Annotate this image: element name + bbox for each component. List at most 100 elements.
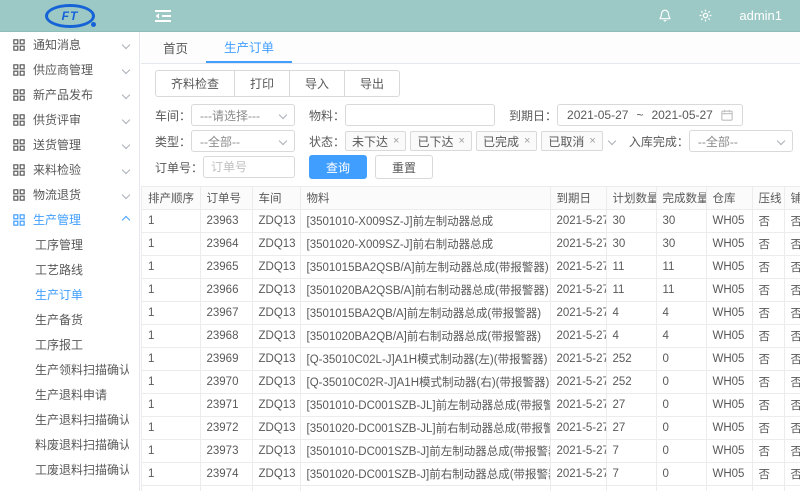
sidebar-item[interactable]: 生产领料扫描确认	[0, 357, 139, 382]
table-cell: 否	[752, 232, 784, 255]
table-cell: WH05	[706, 209, 752, 232]
table-row[interactable]: 123967ZDQ13[3501015BA2QB/A]前左制动器总成(带报警器)…	[142, 301, 800, 324]
table-cell: WH05	[706, 439, 752, 462]
remove-tag-icon[interactable]: ×	[589, 135, 595, 147]
table-row[interactable]: 123975ZDQ13[3501010-DC001SZQB-J]前左制动器总成(…	[142, 485, 800, 491]
remove-tag-icon[interactable]: ×	[393, 135, 399, 147]
remove-tag-icon[interactable]: ×	[524, 135, 530, 147]
status-tag[interactable]: 未下达×	[345, 131, 406, 151]
table-cell: 30	[656, 232, 706, 255]
table-row[interactable]: 123973ZDQ13[3501010-DC001SZB-J]前左制动器总成(带…	[142, 439, 800, 462]
sidebar-item-label: 工序管理	[35, 236, 83, 253]
current-user[interactable]: admin1	[739, 8, 782, 23]
sidebar-item[interactable]: 物流退货	[0, 182, 139, 207]
sidebar-item[interactable]: 工序报工	[0, 332, 139, 357]
table-cell: 2021-5-27	[550, 232, 606, 255]
sidebar-item[interactable]: 供应商管理	[0, 57, 139, 82]
table-cell: 4	[656, 301, 706, 324]
sidebar-item-label: 供货评审	[33, 111, 81, 128]
sidebar-item[interactable]: 工废退料扫描确认	[0, 457, 139, 482]
inbound-complete-value: --全部--	[698, 133, 738, 150]
sidebar-item[interactable]: 料废退料扫描确认	[0, 432, 139, 457]
chevron-down-icon	[279, 137, 287, 145]
due-date-range-picker[interactable]: 2021-05-27 ~ 2021-05-27	[557, 104, 743, 126]
table-row[interactable]: 123968ZDQ13[3501020BA2QB/A]前右制动器总成(带报警器)…	[142, 324, 800, 347]
table-cell: 1	[142, 278, 200, 301]
tab-home[interactable]: 首页	[145, 32, 206, 63]
sidebar-item[interactable]: 通知消息	[0, 32, 139, 57]
table-row[interactable]: 123970ZDQ13[Q-35010C02R-J]A1H模式制动器(右)(带报…	[142, 370, 800, 393]
remove-tag-icon[interactable]: ×	[459, 135, 465, 147]
table-cell: 2021-5-27	[550, 462, 606, 485]
table-cell: 1	[142, 462, 200, 485]
grid-icon	[13, 164, 25, 176]
query-button[interactable]: 查询	[309, 155, 367, 179]
sidebar-item[interactable]: 生产备货	[0, 307, 139, 332]
inbound-complete-select[interactable]: --全部--	[689, 130, 793, 152]
status-tag[interactable]: 已完成×	[476, 131, 537, 151]
table-cell: [Q-35010C02L-J]A1H模式制动器(左)(带报警器)	[300, 347, 550, 370]
menu-collapse-icon[interactable]	[154, 9, 172, 23]
table-cell: [Q-35010C02R-J]A1H模式制动器(右)(带报警器)	[300, 370, 550, 393]
toolbar-button[interactable]: 齐料检查	[155, 70, 235, 97]
workshop-select[interactable]: ---请选择---	[191, 104, 295, 126]
table-cell: 2021-5-27	[550, 439, 606, 462]
reset-button[interactable]: 重置	[375, 155, 433, 179]
status-tag[interactable]: 已取消×	[541, 131, 602, 151]
table-cell: 否	[784, 255, 800, 278]
table-row[interactable]: 123972ZDQ13[3501020-DC001SZB-JL]前右制动器总成(…	[142, 416, 800, 439]
toolbar-button[interactable]: 导入	[289, 70, 345, 97]
sidebar-item[interactable]: 生产管理	[0, 207, 139, 232]
table-row[interactable]: 123971ZDQ13[3501010-DC001SZB-JL]前左制动器总成(…	[142, 393, 800, 416]
table-row[interactable]: 123969ZDQ13[Q-35010C02L-J]A1H模式制动器(左)(带报…	[142, 347, 800, 370]
tab-production-order[interactable]: 生产订单	[206, 32, 292, 63]
toolbar-button[interactable]: 导出	[344, 70, 400, 97]
table-cell: 23971	[200, 393, 252, 416]
sidebar-item[interactable]: 新产品发布	[0, 82, 139, 107]
sidebar-item[interactable]: 生产退料申请	[0, 382, 139, 407]
chevron-down-icon	[279, 111, 287, 119]
table-cell: [3501020BA2QB/A]前右制动器总成(带报警器)	[300, 324, 550, 347]
table-cell: 27	[606, 393, 656, 416]
table-row[interactable]: 123966ZDQ13[3501020BA2QSB/A]前右制动器总成(带报警器…	[142, 278, 800, 301]
column-header: 订单号	[200, 187, 252, 209]
table-cell: ZDQ13	[252, 462, 300, 485]
table-cell: [3501010-DC001SZQB-J]前左制动器总成(带报警器)	[300, 485, 550, 491]
status-multiselect[interactable]: 未下达×已下达×已完成×已取消×	[345, 131, 603, 151]
table-body: 123963ZDQ13[3501010-X009SZ-J]前左制动器总成2021…	[142, 209, 800, 491]
table-cell: 0	[656, 439, 706, 462]
material-input[interactable]	[345, 104, 495, 126]
table-cell: [3501020-DC001SZB-JL]前右制动器总成(带报警器)(老气室)	[300, 416, 550, 439]
table-cell: 23963	[200, 209, 252, 232]
table-row[interactable]: 123964ZDQ13[3501020-X009SZ-J]前右制动器总成2021…	[142, 232, 800, 255]
table-cell: 否	[752, 301, 784, 324]
sidebar-item[interactable]: 生产退料扫描确认	[0, 407, 139, 432]
notification-bell-icon[interactable]	[658, 8, 672, 23]
table-cell: 7	[606, 462, 656, 485]
sidebar-item[interactable]: 来料检验	[0, 157, 139, 182]
status-label: 状态：	[309, 133, 345, 150]
table-cell: 0	[656, 485, 706, 491]
sidebar-item[interactable]: 生产订单	[0, 282, 139, 307]
table-cell: 4	[606, 324, 656, 347]
table-row[interactable]: 123974ZDQ13[3501020-DC001SZB-J]前右制动器总成(带…	[142, 462, 800, 485]
table-cell: WH05	[706, 370, 752, 393]
status-tag[interactable]: 已下达×	[410, 131, 471, 151]
sidebar-item-label: 工艺路线	[35, 261, 83, 278]
type-select[interactable]: --全部--	[191, 130, 295, 152]
sidebar-item[interactable]: 送货管理	[0, 132, 139, 157]
sidebar-item[interactable]: 供货评审	[0, 107, 139, 132]
table-cell: 否	[784, 278, 800, 301]
table-cell: 7	[606, 439, 656, 462]
order-no-input[interactable]	[203, 156, 295, 178]
settings-gear-icon[interactable]	[698, 8, 713, 23]
table-row[interactable]: 123963ZDQ13[3501010-X009SZ-J]前左制动器总成2021…	[142, 209, 800, 232]
table-row[interactable]: 123965ZDQ13[3501015BA2QSB/A]前左制动器总成(带报警器…	[142, 255, 800, 278]
filter-panel: 车间： ---请选择--- 物料： 到期日： 2021-05-27 ~ 2021…	[155, 103, 800, 179]
column-header: 完成数量	[656, 187, 706, 209]
sidebar-item[interactable]: 工序管理	[0, 232, 139, 257]
sidebar-item[interactable]: 工艺路线	[0, 257, 139, 282]
toolbar-button[interactable]: 打印	[234, 70, 290, 97]
table-cell: 1	[142, 416, 200, 439]
sidebar-item-label: 供应商管理	[33, 61, 93, 78]
